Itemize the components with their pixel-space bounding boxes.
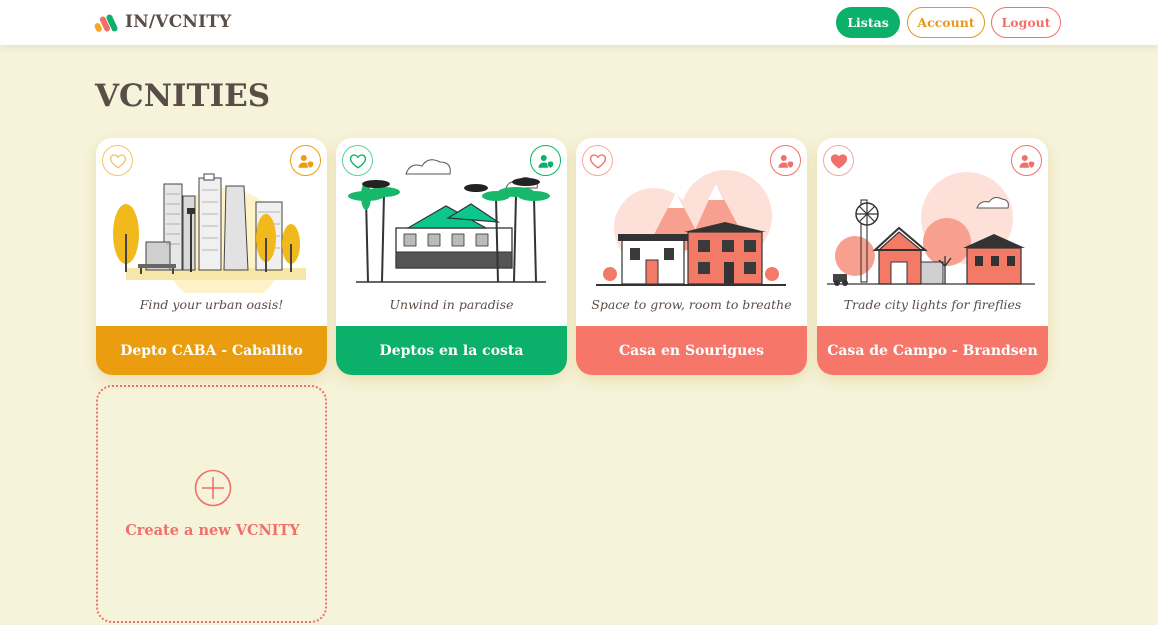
user-shield-icon[interactable] [1011,145,1042,176]
user-shield-icon[interactable] [770,145,801,176]
card-title[interactable]: Casa en Sourigues [576,326,807,375]
card-subtitle: Find your urban oasis! [139,297,284,312]
card-subtitle: Unwind in paradise [389,297,514,312]
favorite-heart-icon[interactable] [102,145,133,176]
user-shield-icon[interactable] [530,145,561,176]
card-subtitle: Trade city lights for fireflies [843,297,1022,312]
vcnity-card-brandsen[interactable]: Trade city lights for fireflies Casa de … [817,138,1048,375]
vcnity-card-sourigues[interactable]: Space to grow, room to breathe Casa en S… [576,138,807,375]
top-bar: IN/VCNITY Listas Account Logout [0,0,1158,45]
favorite-heart-icon[interactable] [582,145,613,176]
user-shield-icon[interactable] [290,145,321,176]
brand-logo[interactable]: IN/VCNITY [94,11,232,33]
plus-circle-icon [194,469,232,507]
brand-name: IN/VCNITY [125,12,232,32]
account-button[interactable]: Account [907,7,985,38]
card-subtitle: Space to grow, room to breathe [591,297,792,312]
listas-button[interactable]: Listas [836,7,900,38]
card-title[interactable]: Deptos en la costa [336,326,567,375]
vcnity-card-caba[interactable]: Find your urban oasis! Depto CABA - Caba… [96,138,327,375]
logo-icon [94,14,118,32]
page-title: VCNITIES [95,78,271,114]
card-title[interactable]: Casa de Campo - Brandsen [817,326,1048,375]
create-vcnity-label: Create a new VCNITY [125,522,300,539]
logout-button[interactable]: Logout [991,7,1061,38]
favorite-heart-icon[interactable] [823,145,854,176]
vcnity-card-costa[interactable]: Unwind in paradise Deptos en la costa [336,138,567,375]
create-vcnity-card[interactable]: Create a new VCNITY [96,385,327,623]
favorite-heart-icon[interactable] [342,145,373,176]
card-title[interactable]: Depto CABA - Caballito [96,326,327,375]
